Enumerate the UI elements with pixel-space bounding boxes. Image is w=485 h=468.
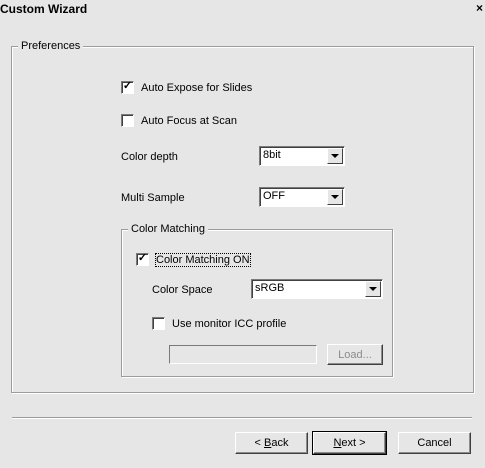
load-button[interactable]: Load... [327, 344, 383, 365]
auto-focus-checkbox-row[interactable]: Auto Focus at Scan [121, 114, 237, 127]
monitor-icc-label: Use monitor ICC profile [172, 317, 287, 330]
next-button[interactable]: Next > [312, 431, 387, 455]
checkmark-icon: ✓ [137, 252, 148, 264]
monitor-icc-checkbox-row[interactable]: Use monitor ICC profile [152, 317, 286, 330]
window-title: Custom Wizard [0, 2, 88, 16]
auto-focus-label: Auto Focus at Scan [141, 114, 237, 127]
chevron-down-icon[interactable] [365, 281, 381, 297]
color-space-select[interactable]: sRGB [251, 279, 383, 299]
color-matching-on-label: Color Matching ON [155, 252, 251, 267]
color-matching-on-checkbox-row[interactable]: ✓ Color Matching ON [136, 252, 251, 267]
auto-expose-checkbox-row[interactable]: ✓ Auto Expose for Slides [121, 80, 253, 94]
color-matching-legend: Color Matching [128, 223, 208, 235]
auto-focus-checkbox[interactable] [121, 114, 134, 127]
cancel-button-label: Cancel [417, 437, 452, 449]
next-button-label: Next > [333, 437, 366, 449]
back-button-label: < Back [254, 437, 289, 449]
color-space-label: Color Space [152, 284, 213, 296]
multi-sample-value: OFF [263, 190, 285, 202]
title-bar: Custom Wizard × [0, 0, 485, 18]
auto-expose-label: Auto Expose for Slides [141, 81, 253, 94]
color-space-value: sRGB [255, 282, 285, 294]
footer-separator [12, 417, 472, 419]
auto-expose-checkbox[interactable]: ✓ [121, 80, 134, 94]
color-depth-value: 8bit [263, 149, 281, 161]
checkmark-icon: ✓ [122, 80, 133, 92]
color-depth-label: Color depth [121, 151, 178, 163]
monitor-icc-checkbox[interactable] [152, 317, 165, 330]
close-icon[interactable]: × [476, 1, 483, 15]
preferences-legend: Preferences [18, 40, 84, 52]
color-depth-select[interactable]: 8bit [259, 146, 345, 166]
multi-sample-label: Multi Sample [121, 192, 185, 204]
color-matching-on-checkbox[interactable]: ✓ [136, 252, 149, 266]
chevron-down-icon[interactable] [327, 189, 343, 205]
load-button-label: Load... [338, 348, 372, 361]
cancel-button[interactable]: Cancel [398, 432, 471, 454]
back-button[interactable]: < Back [235, 432, 308, 454]
profile-path-field[interactable] [169, 345, 317, 364]
multi-sample-select[interactable]: OFF [259, 187, 345, 207]
chevron-down-icon[interactable] [327, 148, 343, 164]
